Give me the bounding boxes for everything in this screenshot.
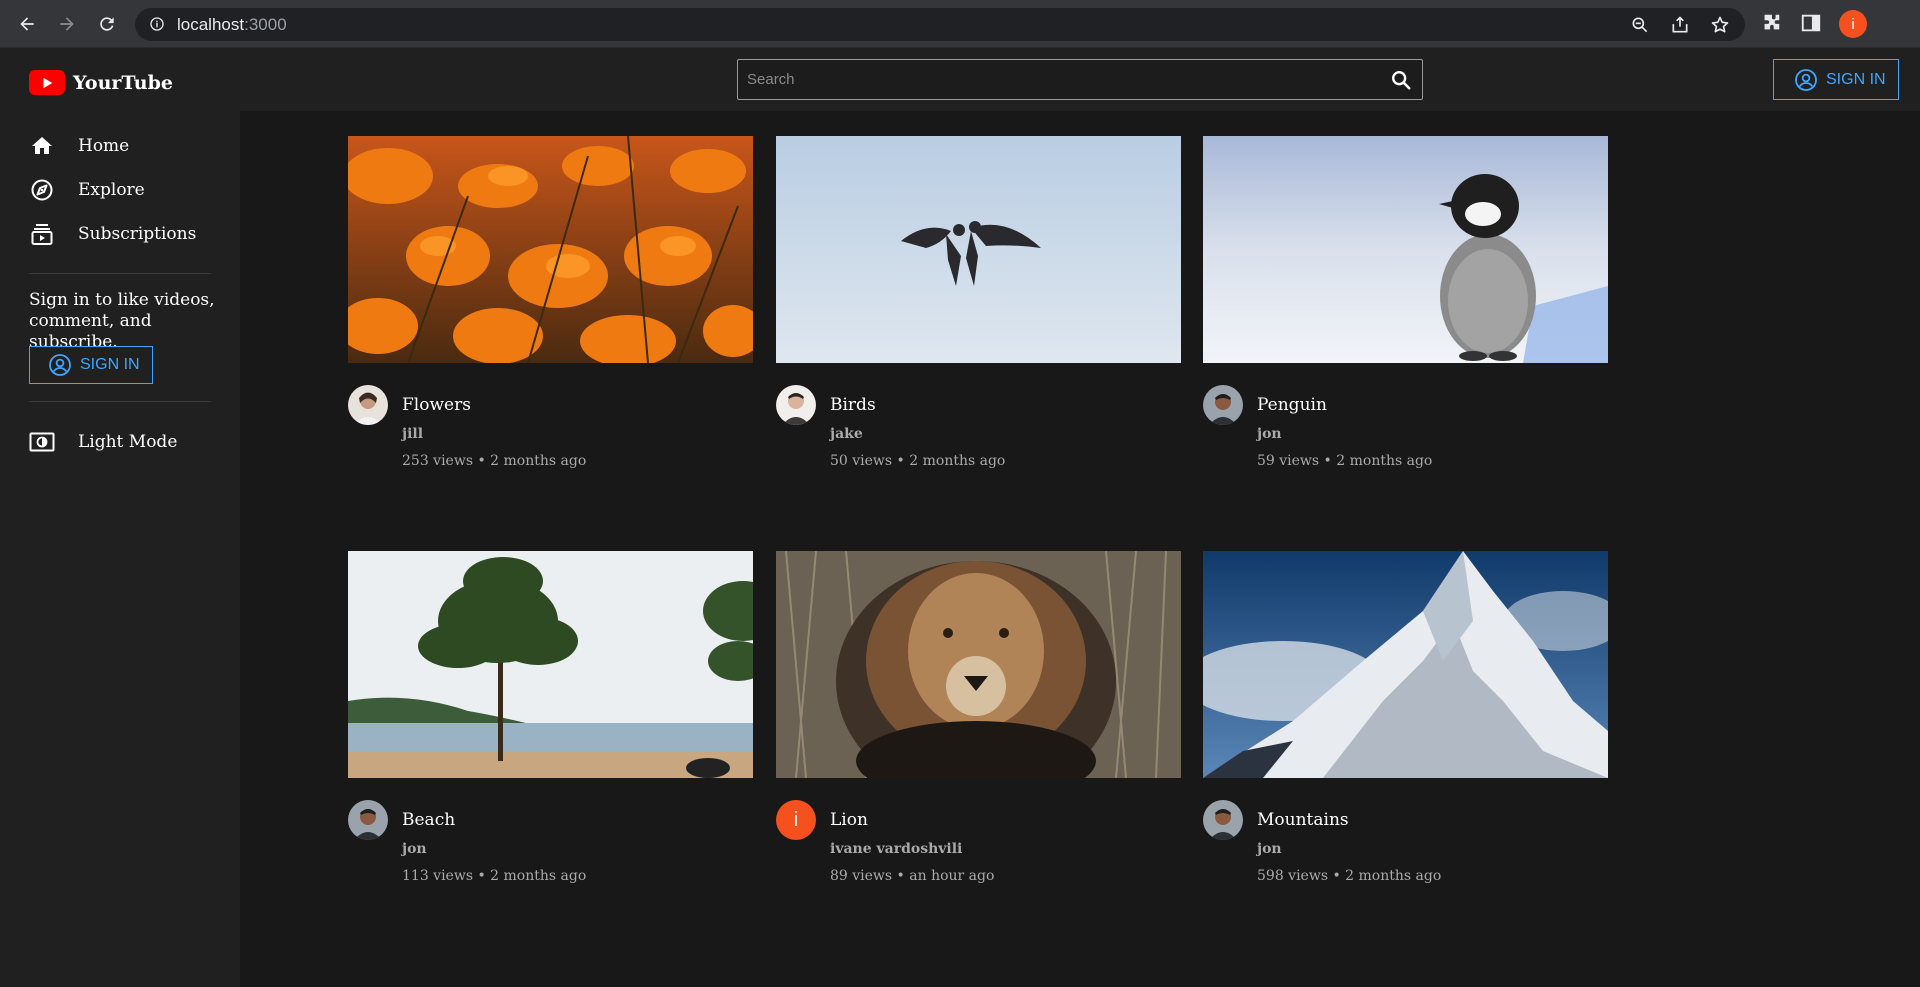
- light-mode-toggle[interactable]: Light Mode: [29, 427, 177, 457]
- address-bar[interactable]: localhost:3000: [135, 8, 1745, 41]
- channel-name[interactable]: jake: [830, 426, 863, 442]
- profile-avatar[interactable]: i: [1839, 10, 1867, 38]
- url-port: :3000: [244, 15, 287, 34]
- divider: [29, 401, 211, 402]
- channel-name[interactable]: jon: [402, 841, 427, 857]
- header-signin-button[interactable]: SIGN IN: [1773, 59, 1899, 100]
- channel-avatar[interactable]: [348, 385, 388, 425]
- subscriptions-icon: [29, 221, 55, 247]
- light-mode-label: Light Mode: [78, 432, 178, 452]
- sidebar: YourTube Home Explore Subscriptions Sign…: [0, 48, 240, 987]
- video-title[interactable]: Flowers: [402, 395, 471, 415]
- extensions-icon[interactable]: [1760, 12, 1784, 36]
- sidebar-item-subscriptions[interactable]: Subscriptions: [29, 219, 196, 249]
- video-thumbnail[interactable]: [1203, 551, 1608, 778]
- address-url: localhost:3000: [177, 15, 287, 35]
- sidebar-item-label: Explore: [78, 180, 145, 200]
- signin-label: SIGN IN: [1826, 70, 1886, 88]
- video-card[interactable]: Flowers jill 253 views • 2 months ago: [348, 136, 753, 469]
- video-card[interactable]: Birds jake 50 views • 2 months ago: [776, 136, 1181, 469]
- sidebar-item-explore[interactable]: Explore: [29, 175, 145, 205]
- video-title[interactable]: Beach: [402, 810, 455, 830]
- channel-name[interactable]: jill: [402, 426, 423, 442]
- avatar-initial: i: [793, 808, 799, 831]
- home-icon: [29, 133, 55, 159]
- video-meta: 113 views • 2 months ago: [402, 868, 587, 884]
- video-title[interactable]: Penguin: [1257, 395, 1327, 415]
- video-thumbnail[interactable]: [348, 551, 753, 778]
- channel-avatar[interactable]: [1203, 385, 1243, 425]
- video-title[interactable]: Mountains: [1257, 810, 1349, 830]
- forward-icon[interactable]: [53, 10, 81, 38]
- sidebar-item-home[interactable]: Home: [29, 131, 129, 161]
- channel-name[interactable]: jon: [1257, 426, 1282, 442]
- brightness-icon: [29, 429, 55, 455]
- side-panel-icon[interactable]: [1800, 12, 1824, 36]
- logo-text: YourTube: [73, 71, 173, 94]
- site-info-icon[interactable]: [149, 16, 165, 36]
- video-card[interactable]: i Lion ivane vardoshvili 89 views • an h…: [776, 551, 1181, 884]
- reload-icon[interactable]: [93, 10, 121, 38]
- video-title[interactable]: Birds: [830, 395, 876, 415]
- url-host: localhost: [177, 15, 245, 34]
- play-logo-icon: [29, 70, 65, 95]
- video-title[interactable]: Lion: [830, 810, 868, 830]
- search-bar: [737, 59, 1423, 100]
- channel-avatar[interactable]: i: [776, 800, 816, 840]
- sidebar-signin-button[interactable]: SIGN IN: [29, 346, 153, 384]
- video-card[interactable]: Beach jon 113 views • 2 months ago: [348, 551, 753, 884]
- video-thumbnail[interactable]: [1203, 136, 1608, 363]
- signin-label: SIGN IN: [80, 356, 140, 373]
- account-circle-icon: [48, 353, 72, 377]
- channel-name[interactable]: jon: [1257, 841, 1282, 857]
- signin-prompt: Sign in to like videos, comment, and sub…: [29, 290, 215, 352]
- video-card[interactable]: Penguin jon 59 views • 2 months ago: [1203, 136, 1608, 469]
- search-input[interactable]: [738, 60, 1368, 99]
- back-icon[interactable]: [13, 10, 41, 38]
- zoom-icon[interactable]: [1630, 15, 1650, 35]
- channel-name[interactable]: ivane vardoshvili: [830, 841, 962, 857]
- bookmark-star-icon[interactable]: [1710, 15, 1730, 35]
- video-meta: 253 views • 2 months ago: [402, 453, 587, 469]
- channel-avatar[interactable]: [348, 800, 388, 840]
- sidebar-item-label: Subscriptions: [78, 224, 197, 244]
- video-card[interactable]: Mountains jon 598 views • 2 months ago: [1203, 551, 1608, 884]
- video-meta: 598 views • 2 months ago: [1257, 868, 1442, 884]
- account-circle-icon: [1794, 68, 1818, 92]
- channel-avatar[interactable]: [1203, 800, 1243, 840]
- video-thumbnail[interactable]: [348, 136, 753, 363]
- search-icon[interactable]: [1390, 69, 1412, 95]
- explore-icon: [29, 177, 55, 203]
- video-thumbnail[interactable]: [776, 136, 1181, 363]
- video-meta: 59 views • 2 months ago: [1257, 453, 1433, 469]
- sidebar-item-label: Home: [78, 136, 130, 156]
- video-meta: 89 views • an hour ago: [830, 868, 995, 884]
- share-icon[interactable]: [1670, 15, 1690, 35]
- channel-avatar[interactable]: [776, 385, 816, 425]
- video-thumbnail[interactable]: [776, 551, 1181, 778]
- browser-toolbar: localhost:3000 i: [0, 0, 1920, 48]
- divider: [29, 273, 211, 274]
- logo[interactable]: YourTube: [29, 70, 173, 95]
- video-meta: 50 views • 2 months ago: [830, 453, 1006, 469]
